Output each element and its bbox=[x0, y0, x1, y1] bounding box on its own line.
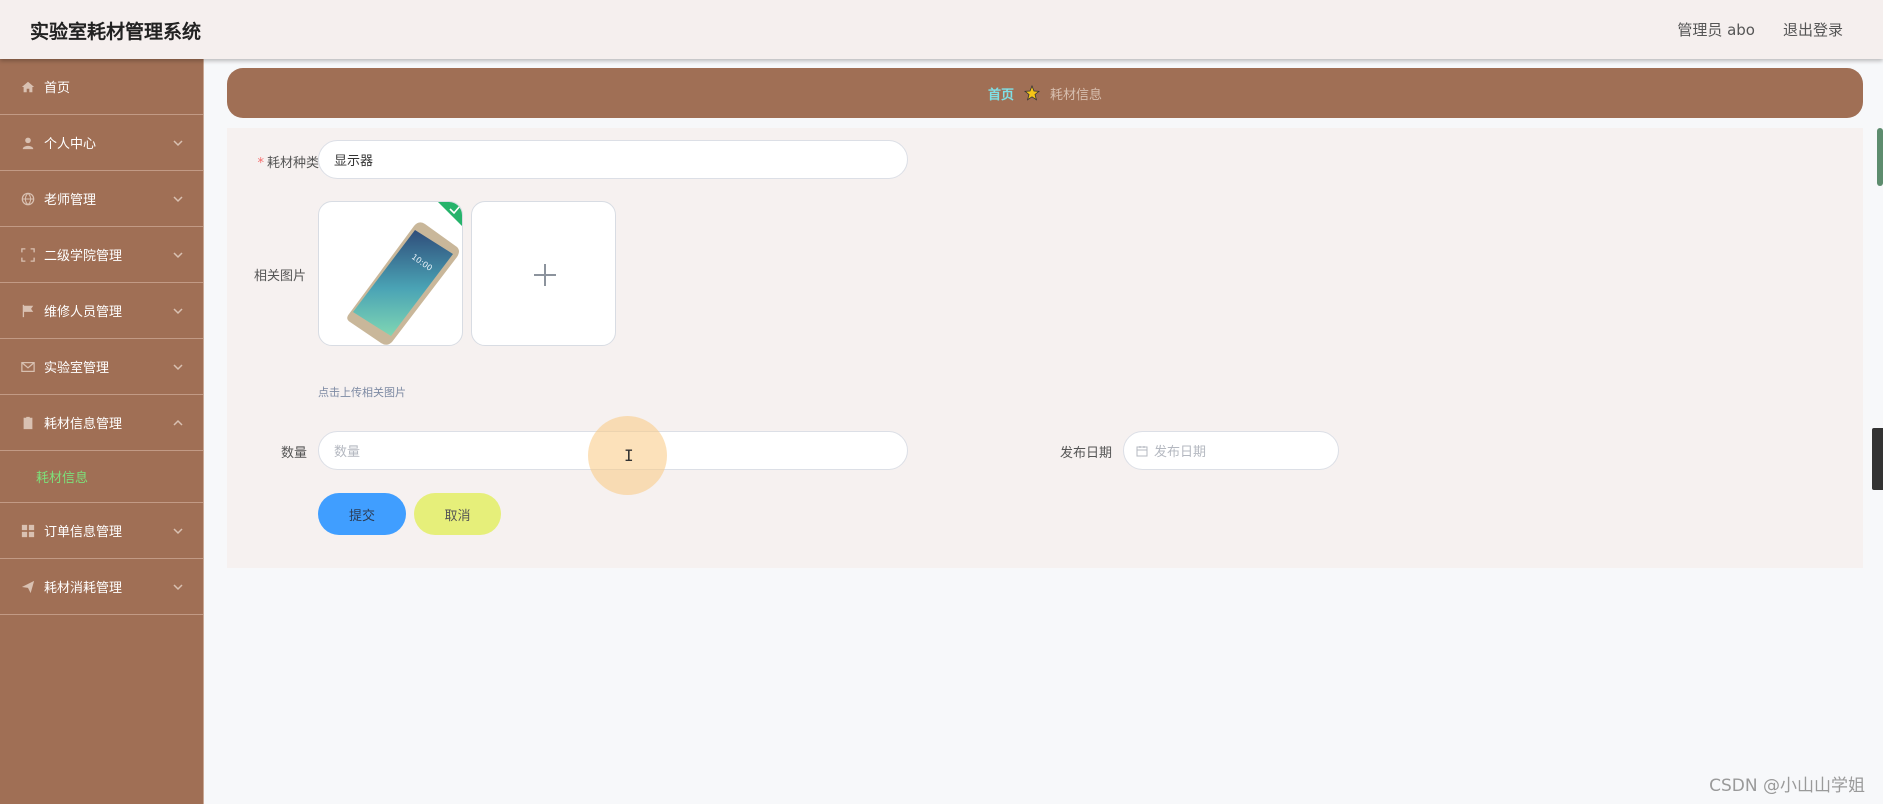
images-label: 相关图片 bbox=[253, 269, 306, 284]
home-icon bbox=[20, 79, 36, 95]
form-panel: * 耗材种类 显示器 相关图片 10:00 点击上传相关图片 数量 数量 发布日期 bbox=[227, 128, 1863, 568]
watermark: CSDN @小山山学姐 bbox=[1709, 776, 1865, 796]
clipboard-icon bbox=[20, 415, 36, 431]
sidebar-item-labs[interactable]: 实验室管理 bbox=[0, 339, 203, 395]
sidebar-subitem-consumable-info[interactable]: 耗材信息 bbox=[0, 451, 203, 503]
sidebar: 首页 个人中心 老师管理 二级学院管理 维修人员管理 实验室管理 耗材信息管理 … bbox=[0, 59, 204, 804]
flag-icon bbox=[20, 303, 36, 319]
grid-icon bbox=[20, 523, 36, 539]
sidebar-item-label: 个人中心 bbox=[44, 137, 97, 152]
chevron-down-icon bbox=[173, 525, 183, 535]
upload-hint: 点击上传相关图片 bbox=[318, 386, 406, 399]
user-icon bbox=[20, 135, 36, 151]
breadcrumb-current: 耗材信息 bbox=[1050, 87, 1103, 103]
current-user[interactable]: 管理员 abo bbox=[1677, 19, 1755, 40]
send-icon bbox=[20, 579, 36, 595]
cancel-button[interactable]: 取消 bbox=[414, 493, 501, 535]
sidebar-item-label: 维修人员管理 bbox=[44, 305, 123, 320]
submit-button[interactable]: 提交 bbox=[318, 493, 406, 535]
publish-date-picker[interactable]: 发布日期 bbox=[1123, 431, 1339, 470]
add-image-button[interactable] bbox=[471, 201, 616, 346]
top-bar: 实验室耗材管理系统 管理员 abo 退出登录 bbox=[0, 0, 1883, 59]
scrollbar-thumb[interactable] bbox=[1877, 128, 1883, 186]
calendar-icon bbox=[1136, 445, 1148, 457]
sidebar-item-label: 首页 bbox=[44, 81, 71, 96]
chevron-down-icon bbox=[173, 581, 183, 591]
breadcrumb: 首页 耗材信息 bbox=[227, 68, 1863, 118]
sidebar-item-label: 耗材信息管理 bbox=[44, 417, 123, 432]
chevron-down-icon bbox=[173, 193, 183, 203]
publish-date-placeholder: 发布日期 bbox=[1154, 445, 1207, 460]
sidebar-item-orders[interactable]: 订单信息管理 bbox=[0, 503, 203, 559]
sidebar-item-colleges[interactable]: 二级学院管理 bbox=[0, 227, 203, 283]
quantity-label: 数量 bbox=[280, 446, 307, 461]
uploaded-image-thumbnail[interactable]: 10:00 bbox=[318, 201, 463, 346]
app-title: 实验室耗材管理系统 bbox=[30, 21, 202, 43]
top-right-actions: 管理员 abo 退出登录 bbox=[1677, 19, 1843, 40]
category-label: * 耗材种类 bbox=[257, 156, 319, 171]
sidebar-item-consumption[interactable]: 耗材消耗管理 bbox=[0, 559, 203, 615]
chevron-down-icon bbox=[173, 249, 183, 259]
sidebar-item-label: 订单信息管理 bbox=[44, 525, 123, 540]
sidebar-subitem-label: 耗材信息 bbox=[36, 471, 89, 486]
sidebar-item-consumables[interactable]: 耗材信息管理 bbox=[0, 395, 203, 451]
sidebar-item-repair-staff[interactable]: 维修人员管理 bbox=[0, 283, 203, 339]
chevron-down-icon bbox=[173, 305, 183, 315]
logout-button[interactable]: 退出登录 bbox=[1783, 19, 1843, 40]
sidebar-item-teachers[interactable]: 老师管理 bbox=[0, 171, 203, 227]
breadcrumb-home-link[interactable]: 首页 bbox=[988, 84, 1014, 103]
phone-image: 10:00 bbox=[347, 202, 462, 345]
star-icon bbox=[1024, 85, 1040, 101]
globe-icon bbox=[20, 191, 36, 207]
sidebar-item-label: 二级学院管理 bbox=[44, 249, 123, 264]
mail-icon bbox=[20, 359, 36, 375]
frame-icon bbox=[20, 247, 36, 263]
sidebar-item-label: 实验室管理 bbox=[44, 361, 110, 376]
text-cursor-icon: I bbox=[624, 446, 634, 465]
chevron-down-icon bbox=[173, 137, 183, 147]
sidebar-item-home[interactable]: 首页 bbox=[0, 59, 203, 115]
category-input[interactable]: 显示器 bbox=[318, 140, 908, 179]
chevron-up-icon bbox=[173, 417, 183, 427]
plus-icon bbox=[534, 264, 556, 286]
sidebar-item-label: 耗材消耗管理 bbox=[44, 581, 123, 596]
side-handle[interactable] bbox=[1872, 428, 1883, 490]
sidebar-item-profile[interactable]: 个人中心 bbox=[0, 115, 203, 171]
chevron-down-icon bbox=[173, 361, 183, 371]
publish-date-label: 发布日期 bbox=[1059, 446, 1112, 461]
sidebar-item-label: 老师管理 bbox=[44, 193, 97, 208]
